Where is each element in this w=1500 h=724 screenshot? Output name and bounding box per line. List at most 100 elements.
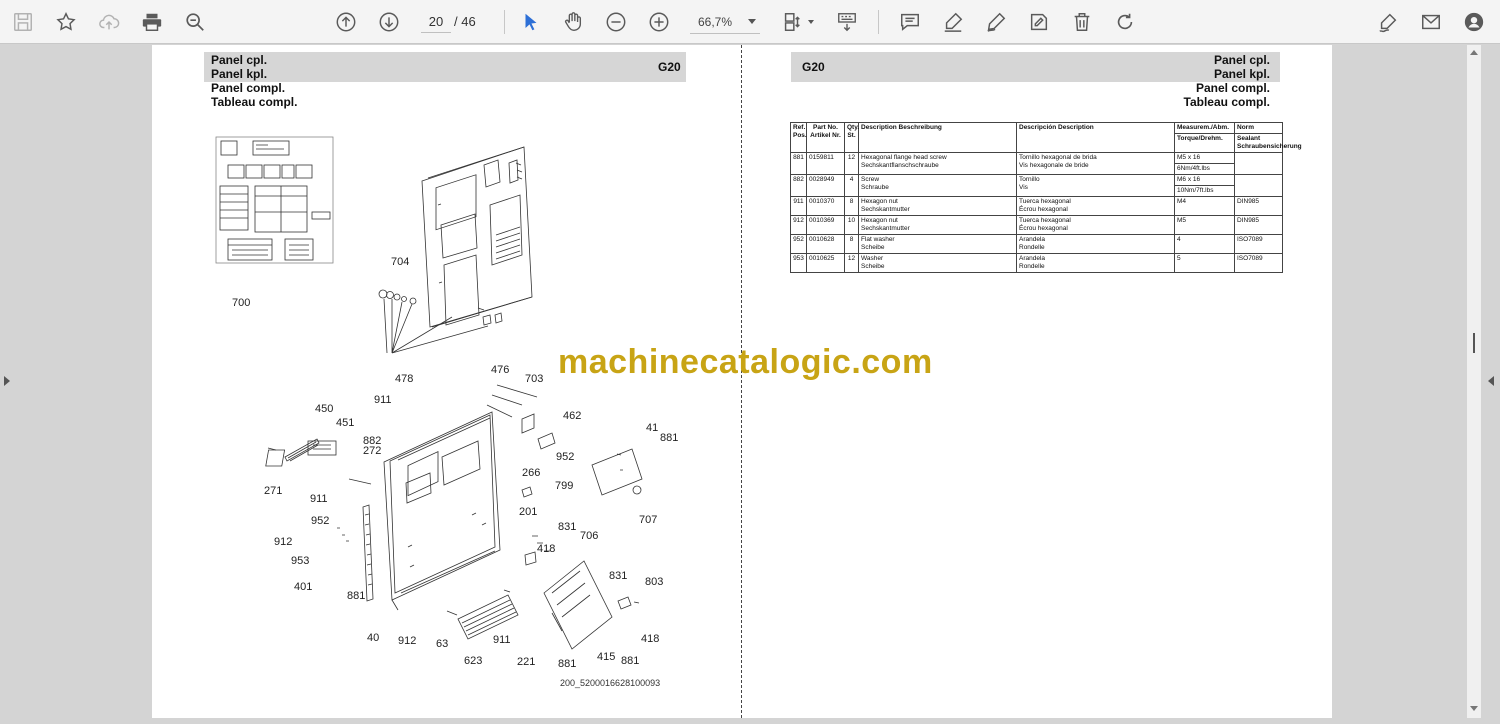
callout-40: 40 bbox=[367, 632, 380, 644]
right-panel-toggle-icon[interactable] bbox=[1488, 376, 1494, 386]
vertical-rail-401 bbox=[337, 504, 374, 602]
callout-799: 799 bbox=[555, 480, 574, 492]
zoom-dropdown[interactable]: 66,7% bbox=[690, 10, 760, 34]
cloud-upload-icon[interactable] bbox=[94, 7, 124, 37]
table-row: 882 0028949 4 Screw Schraube Tornillo Vis … bbox=[790, 174, 1283, 197]
col-header-part: Part No. Artikel Nr. bbox=[806, 122, 845, 153]
table-row: 881 0159811 12 Hexagonal flange head scr… bbox=[790, 152, 1283, 175]
document-page: Panel cpl. Panel kpl. Panel compl. Table… bbox=[152, 45, 1332, 718]
zoom-out-icon[interactable] bbox=[601, 7, 631, 37]
callout-462: 462 bbox=[563, 410, 582, 422]
bookmark-star-icon[interactable] bbox=[51, 7, 81, 37]
callout-478: 478 bbox=[395, 373, 414, 385]
callout-881-bottom: 881 bbox=[558, 658, 577, 670]
col-header-qty: Qty. St. bbox=[844, 122, 859, 153]
rotate-icon[interactable] bbox=[1110, 7, 1140, 37]
print-icon[interactable] bbox=[137, 7, 167, 37]
watermark: machinecatalogic.com bbox=[558, 343, 933, 381]
col-header-norm: Norm bbox=[1234, 122, 1283, 134]
col-header-torque: Torque/Drehm. bbox=[1174, 133, 1235, 153]
draw-pen-icon[interactable] bbox=[981, 7, 1011, 37]
terminal-blocks bbox=[265, 438, 372, 485]
scroll-up-icon[interactable] bbox=[1470, 50, 1478, 55]
callout-201: 201 bbox=[519, 506, 538, 518]
callout-271: 271 bbox=[264, 485, 283, 497]
callout-704: 704 bbox=[391, 256, 410, 268]
callout-418-upper: 418 bbox=[537, 543, 556, 555]
callout-831-lower: 831 bbox=[609, 570, 628, 582]
chevron-down-icon[interactable] bbox=[808, 20, 814, 24]
callout-451: 451 bbox=[336, 417, 355, 429]
table-row: 953 0010625 12 Washer Scheibe Arandela Ron… bbox=[790, 253, 1283, 273]
page-view-icon[interactable] bbox=[777, 7, 807, 37]
col-header-pos: Ref. Pos. bbox=[790, 122, 807, 153]
callout-881-bottom-right: 881 bbox=[621, 655, 640, 667]
callout-623: 623 bbox=[464, 655, 483, 667]
vent-grill-63 bbox=[446, 589, 519, 640]
table-header-row: Ref. Pos. Part No. Artikel Nr. Qty. St. … bbox=[790, 122, 1283, 153]
chevron-down-icon bbox=[748, 19, 756, 24]
callout-831-upper: 831 bbox=[558, 521, 577, 533]
callout-221: 221 bbox=[517, 656, 536, 668]
page-total: / 46 bbox=[454, 14, 476, 29]
col-header-sealant: Sealant Schraubensicherung bbox=[1234, 133, 1302, 153]
callout-476: 476 bbox=[491, 364, 510, 376]
table-row: 911 0010370 8 Hexagon nut Sechskantmutter… bbox=[790, 196, 1283, 216]
account-icon[interactable] bbox=[1459, 7, 1489, 37]
callout-912-left: 912 bbox=[274, 536, 293, 548]
sign-icon[interactable] bbox=[1373, 7, 1403, 37]
label-sheet-700 bbox=[215, 136, 334, 264]
scroll-thumb[interactable] bbox=[1473, 333, 1475, 353]
callout-418-lower: 418 bbox=[641, 633, 660, 645]
pdf-toolbar: / 46 66,7% bbox=[0, 0, 1500, 44]
table-row: 952 0010628 8 Flat washer Scheibe Arandel… bbox=[790, 234, 1283, 254]
previous-page-icon[interactable] bbox=[331, 7, 361, 37]
callout-63: 63 bbox=[436, 638, 449, 650]
hand-tool-icon[interactable] bbox=[558, 7, 588, 37]
callout-881-right: 881 bbox=[660, 432, 679, 444]
callout-401: 401 bbox=[294, 581, 313, 593]
callout-911-top: 911 bbox=[374, 394, 392, 406]
save-icon[interactable] bbox=[8, 7, 38, 37]
left-panel-toggle-icon[interactable] bbox=[4, 376, 10, 386]
callout-450: 450 bbox=[315, 403, 334, 415]
callout-911-left: 911 bbox=[310, 493, 328, 505]
hardware-704 bbox=[378, 289, 503, 354]
callout-912-bottom: 912 bbox=[398, 635, 417, 647]
section-code-right: G20 bbox=[802, 60, 825, 74]
callout-881-left: 881 bbox=[347, 590, 366, 602]
page-number-input[interactable] bbox=[421, 11, 451, 33]
cabinet-frame-lower bbox=[383, 411, 501, 611]
col-header-desc: Description Beschreibung bbox=[858, 122, 1017, 153]
callout-952-right: 952 bbox=[556, 451, 575, 463]
callout-803: 803 bbox=[645, 576, 664, 588]
col-header-measure: Measurem./Abm. bbox=[1174, 122, 1235, 134]
callout-700: 700 bbox=[232, 297, 251, 309]
col-header-desc-es: Descripción Description bbox=[1016, 122, 1175, 153]
callout-41: 41 bbox=[646, 422, 659, 434]
zoom-search-icon[interactable] bbox=[180, 7, 210, 37]
toolbar-separator bbox=[878, 10, 879, 34]
callout-707: 707 bbox=[639, 514, 658, 526]
callout-266: 266 bbox=[522, 467, 541, 479]
scroll-down-icon[interactable] bbox=[1470, 706, 1478, 711]
comment-icon[interactable] bbox=[895, 7, 925, 37]
callout-911-bottom: 911 bbox=[493, 634, 511, 646]
next-page-icon[interactable] bbox=[374, 7, 404, 37]
email-icon[interactable] bbox=[1416, 7, 1446, 37]
callout-272: 272 bbox=[363, 445, 382, 457]
header-title-right: Panel cpl. Panel kpl. Panel compl. Table… bbox=[1183, 53, 1270, 109]
callout-706: 706 bbox=[580, 530, 599, 542]
callout-953: 953 bbox=[291, 555, 310, 567]
vertical-scrollbar[interactable] bbox=[1467, 45, 1481, 718]
scroll-mode-icon[interactable] bbox=[832, 7, 862, 37]
callout-415: 415 bbox=[597, 651, 616, 663]
select-cursor-icon[interactable] bbox=[516, 7, 546, 37]
callout-703: 703 bbox=[525, 373, 544, 385]
highlight-pen-icon[interactable] bbox=[938, 7, 968, 37]
zoom-in-icon[interactable] bbox=[644, 7, 674, 37]
trash-icon[interactable] bbox=[1067, 7, 1097, 37]
zoom-value: 66,7% bbox=[698, 15, 733, 29]
door-panel-upper bbox=[421, 146, 533, 328]
edit-text-icon[interactable] bbox=[1024, 7, 1054, 37]
